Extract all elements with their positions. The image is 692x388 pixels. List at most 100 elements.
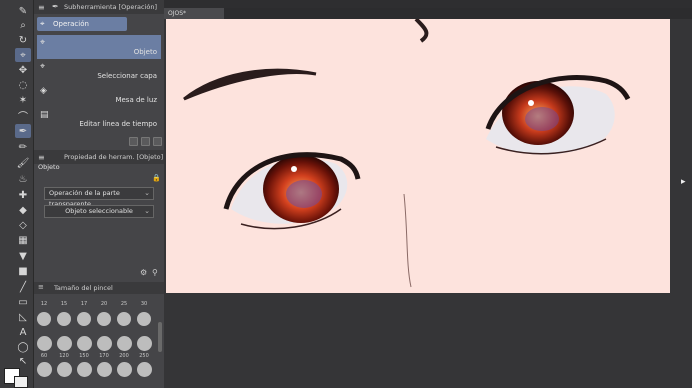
subtool-item-label: Mesa de luz — [115, 96, 157, 104]
blend-tool-icon[interactable]: ◇ — [15, 218, 31, 232]
gradient-tool-icon[interactable]: ■ — [15, 264, 31, 278]
operation-tool-icon[interactable]: ⌖ — [15, 48, 31, 62]
subtool-panel: Subherramienta [Operación] ≡ ✒ ⌖ Operaci… — [34, 0, 164, 150]
subtool-new-button[interactable] — [141, 137, 150, 146]
brush-size-preset[interactable] — [117, 336, 132, 351]
brush-size-preset[interactable] — [57, 336, 72, 351]
sub-color-swatch[interactable] — [14, 376, 28, 388]
chevron-down-icon: ⌄ — [144, 189, 150, 197]
line-tool-icon[interactable]: ╱ — [15, 280, 31, 294]
brush-size-value: 17 — [80, 301, 88, 307]
brush-size-header: Tamaño del pincel — [34, 282, 164, 294]
left-brow — [183, 68, 317, 101]
section-label: Objeto — [38, 163, 60, 171]
tab-operation[interactable]: ⌖ Operación — [37, 17, 127, 31]
brush-size-preset[interactable] — [57, 312, 71, 326]
transparent-operation-select[interactable]: Operación de la parte transparente ⌄ — [44, 187, 154, 208]
eyedropper-tool-icon[interactable]: ⌒ — [15, 108, 31, 123]
left-iris-shine — [286, 180, 322, 208]
grid-tool-icon[interactable]: ▦ — [15, 233, 31, 247]
menu-icon[interactable]: ≡ — [38, 153, 45, 162]
pencil2-tool-icon[interactable]: ✏ — [15, 140, 31, 154]
brush-size-preset[interactable] — [97, 312, 111, 326]
search-tool-icon[interactable]: ⌕ — [15, 18, 31, 32]
light-table-icon: ◈ — [40, 86, 47, 96]
lock-icon[interactable]: 🔒 — [152, 174, 161, 182]
brush-size-value: 25 — [120, 301, 128, 307]
scrollbar[interactable] — [158, 322, 162, 352]
magic-wand-tool-icon[interactable]: ✶ — [15, 93, 31, 107]
brush-size-value: 250 — [139, 353, 149, 359]
brush-size-preset[interactable] — [37, 312, 51, 326]
brush-size-preset[interactable] — [77, 312, 91, 326]
selectable-object-select[interactable]: Objeto seleccionable ⌄ — [44, 205, 154, 218]
tool-property-header: Propiedad de herram. [Objeto] — [34, 150, 164, 164]
eraser-tool-icon[interactable]: ◆ — [15, 203, 31, 217]
brush-size-preset[interactable] — [117, 362, 132, 377]
text-tool-icon[interactable]: A — [15, 325, 31, 339]
brush-size-preset[interactable] — [57, 362, 72, 377]
brush-size-value: 15 — [60, 301, 68, 307]
subtool-item-label: Editar línea de tiempo — [79, 120, 157, 128]
balloon-tool-icon[interactable]: ◯ — [15, 340, 31, 354]
right-eye-highlight — [528, 100, 534, 106]
subtool-item-light-table[interactable]: ◈ Mesa de luz — [37, 83, 161, 107]
subtool-item-object[interactable]: ⌖ Objeto — [37, 35, 161, 59]
brush-size-preset[interactable] — [97, 336, 112, 351]
subtool-delete-button[interactable] — [153, 137, 162, 146]
select-layer-icon: ⌖ — [40, 62, 46, 72]
mouse-cursor-icon: ▸ — [681, 177, 686, 187]
tool-strip: ✎ ⌕ ↻ ⌖ ✥ ◌ ✶ ⌒ ✒ ✏ 🖌 ♨ ✚ ◆ ◇ ▦ ▼ ■ ╱ ▭ … — [0, 0, 34, 388]
brush-size-value: 150 — [79, 353, 89, 359]
brush-size-preset[interactable] — [137, 336, 152, 351]
pencil-tool-icon[interactable]: ✎ — [15, 4, 31, 18]
pen-tool-icon[interactable]: ✒ — [15, 124, 31, 138]
brush-size-preset[interactable] — [37, 362, 52, 377]
brush-size-value: 60 — [40, 353, 48, 359]
top-brow — [414, 19, 429, 43]
brush-size-value: 30 — [140, 301, 148, 307]
brush-size-value: 170 — [99, 353, 109, 359]
color-swatches[interactable] — [0, 366, 34, 388]
wrench-icon[interactable]: ⚲ — [152, 268, 158, 277]
frame-tool-icon[interactable]: ▭ — [15, 295, 31, 309]
decoration-tool-icon[interactable]: ✚ — [15, 188, 31, 202]
eyes-artwork — [183, 19, 631, 288]
document-tab[interactable]: OJOS* — [164, 8, 224, 19]
drawing-canvas[interactable] — [166, 19, 670, 293]
brush-size-preset[interactable] — [37, 336, 52, 351]
brush-size-preset[interactable] — [137, 312, 151, 326]
tab-operation-label: Operación — [53, 20, 89, 28]
move-tool-icon[interactable]: ✥ — [15, 63, 31, 77]
brush-size-preset[interactable] — [77, 362, 92, 377]
document-tabbar: OJOS* — [164, 8, 692, 19]
subtool-item-timeline[interactable]: ▤ Editar línea de tiempo — [37, 107, 161, 131]
chevron-down-icon: ⌄ — [144, 207, 150, 215]
settings-icon[interactable]: ⚙ — [140, 268, 147, 277]
subtool-item-select-layer[interactable]: ⌖ Seleccionar capa — [37, 59, 161, 83]
document-tab-label: OJOS* — [168, 10, 187, 17]
menu-icon[interactable]: ≡ — [38, 283, 44, 291]
ruler-tool-icon[interactable]: ◺ — [15, 310, 31, 324]
right-iris-shine — [525, 107, 559, 131]
subtool-copy-button[interactable] — [129, 137, 138, 146]
brush-size-preset[interactable] — [137, 362, 152, 377]
brush-size-preset[interactable] — [77, 336, 92, 351]
command-bar — [164, 0, 692, 8]
brush-size-value: 120 — [59, 353, 69, 359]
timeline-icon: ▤ — [40, 110, 49, 120]
nose-line — [403, 193, 412, 288]
brush-tool-icon[interactable]: 🖌 — [15, 156, 31, 170]
rotate-tool-icon[interactable]: ↻ — [15, 33, 31, 47]
menu-icon[interactable]: ≡ — [38, 3, 45, 12]
brush-size-value: 12 — [40, 301, 48, 307]
fill-tool-icon[interactable]: ▼ — [15, 249, 31, 263]
canvas-area[interactable]: ▸ — [164, 19, 692, 388]
lasso-tool-icon[interactable]: ◌ — [15, 78, 31, 92]
brush-size-preset[interactable] — [97, 362, 112, 377]
select-value: Objeto seleccionable — [65, 207, 133, 215]
brush-size-preset[interactable] — [117, 312, 131, 326]
clip-studio-window: ✎ ⌕ ↻ ⌖ ✥ ◌ ✶ ⌒ ✒ ✏ 🖌 ♨ ✚ ◆ ◇ ▦ ▼ ■ ╱ ▭ … — [0, 0, 692, 388]
brush-size-value: 20 — [100, 301, 108, 307]
airbrush-tool-icon[interactable]: ♨ — [15, 172, 31, 186]
